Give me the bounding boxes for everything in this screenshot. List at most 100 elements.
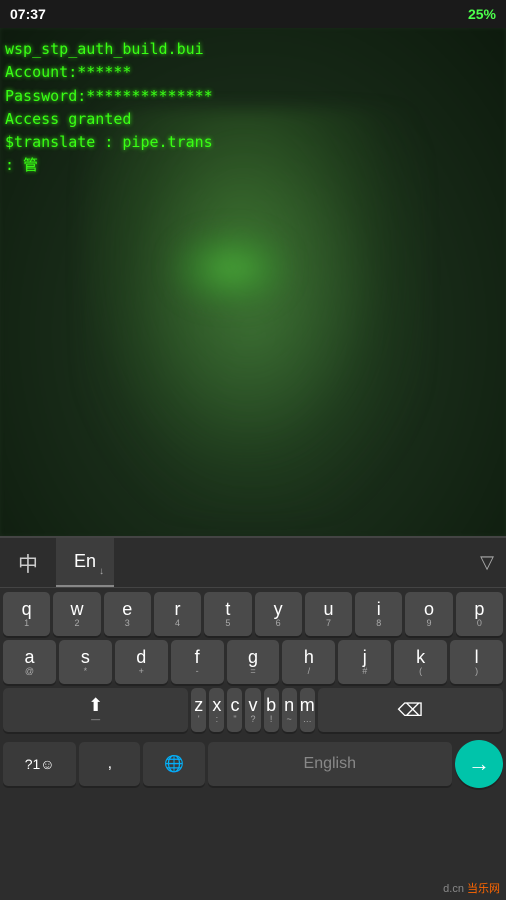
language-row: 中 En ↓ ▽ (0, 538, 506, 588)
key-p[interactable]: p0 (456, 592, 503, 636)
watermark: d.cn 当乐网 (443, 880, 500, 896)
shift-key[interactable]: ⬆ — (3, 688, 188, 732)
key-main-char: f (195, 648, 200, 666)
key-m[interactable]: m… (300, 688, 315, 732)
key-main-char: z (194, 696, 203, 714)
key-sub-char: 0 (477, 619, 482, 628)
key-y[interactable]: y6 (255, 592, 302, 636)
backspace-key[interactable]: ⌫ (318, 688, 503, 732)
collapse-icon: ▽ (480, 552, 494, 572)
english-lang-label: En (74, 551, 96, 572)
key-sub-char: + (139, 667, 144, 676)
key-sub-char: ) (475, 667, 478, 676)
key-sub-char: * (84, 667, 88, 676)
key-h[interactable]: h/ (282, 640, 335, 684)
key-l[interactable]: l) (450, 640, 503, 684)
key-main-char: h (304, 648, 314, 666)
key-main-char: r (175, 600, 181, 618)
key-t[interactable]: t5 (204, 592, 251, 636)
globe-key[interactable]: 🌐 (143, 742, 204, 786)
key-main-char: u (323, 600, 333, 618)
key-main-char: b (266, 696, 276, 714)
chinese-lang-button[interactable]: 中 (0, 538, 56, 587)
key-v[interactable]: v? (245, 688, 260, 732)
bottom-row: ?1☺ , 🌐 English → (0, 736, 506, 790)
key-sub-char: / (308, 667, 311, 676)
key-e[interactable]: e3 (104, 592, 151, 636)
key-row-3: ⬆ — z'x:c"v?b!n~m… ⌫ (3, 688, 503, 732)
key-main-char: e (122, 600, 132, 618)
key-main-char: d (136, 648, 146, 666)
watermark-brand: 当乐网 (467, 883, 500, 895)
sym-label: ?1☺ (25, 756, 55, 772)
sym-key[interactable]: ?1☺ (3, 742, 76, 786)
key-row-2: a@s*d+f-g=h/j#k(l) (3, 640, 503, 684)
key-main-char: t (225, 600, 230, 618)
status-battery: 25% (468, 6, 496, 22)
key-main-char: y (274, 600, 283, 618)
key-sub-char: … (303, 715, 312, 724)
shift-icon: ⬆ (88, 696, 103, 714)
key-b[interactable]: b! (264, 688, 279, 732)
key-k[interactable]: k( (394, 640, 447, 684)
key-sub-char: 4 (175, 619, 180, 628)
keyboard: 中 En ↓ ▽ q1w2e3r4t5y6u7i8o9p0 a@s*d+f-g=… (0, 538, 506, 900)
key-d[interactable]: d+ (115, 640, 168, 684)
english-lang-dot: ↓ (99, 566, 104, 577)
key-sub-char: ( (419, 667, 422, 676)
key-sub-char: - (196, 667, 199, 676)
key-sub-char: " (233, 715, 236, 724)
terminal-text: wsp_stp_auth_build.buiAccount:******Pass… (5, 38, 213, 178)
keyboard-collapse-button[interactable]: ▽ (480, 552, 494, 573)
enter-icon: → (468, 751, 490, 777)
key-g[interactable]: g= (227, 640, 280, 684)
comma-key[interactable]: , (79, 742, 140, 786)
chinese-lang-label: 中 (18, 548, 38, 577)
key-main-char: a (24, 648, 34, 666)
comma-label: , (108, 755, 112, 773)
watermark-prefix: d.cn (443, 883, 464, 895)
key-sub-char: 5 (225, 619, 230, 628)
key-s[interactable]: s* (59, 640, 112, 684)
key-row-1: q1w2e3r4t5y6u7i8o9p0 (3, 592, 503, 636)
terminal-area: wsp_stp_auth_build.buiAccount:******Pass… (0, 28, 506, 536)
key-sub-char: 8 (376, 619, 381, 628)
key-sub-char: 7 (326, 619, 331, 628)
key-c[interactable]: c" (227, 688, 242, 732)
enter-key[interactable]: → (455, 740, 503, 788)
key-sub-char: : (216, 715, 219, 724)
key-a[interactable]: a@ (3, 640, 56, 684)
space-key[interactable]: English (208, 742, 452, 786)
key-main-char: i (377, 600, 381, 618)
key-f[interactable]: f- (171, 640, 224, 684)
space-label: English (304, 755, 356, 773)
key-z[interactable]: z' (191, 688, 206, 732)
key-sub-char: 9 (427, 619, 432, 628)
key-x[interactable]: x: (209, 688, 224, 732)
key-sub-char: # (362, 667, 367, 676)
key-main-char: l (475, 648, 479, 666)
key-sub-char: = (250, 667, 255, 676)
key-i[interactable]: i8 (355, 592, 402, 636)
english-lang-button[interactable]: En ↓ (56, 538, 114, 587)
key-main-char: v (249, 696, 258, 714)
key-main-char: k (416, 648, 425, 666)
key-main-char: o (424, 600, 434, 618)
key-u[interactable]: u7 (305, 592, 352, 636)
key-n[interactable]: n~ (282, 688, 297, 732)
key-sub-char: ~ (287, 715, 292, 724)
key-o[interactable]: o9 (405, 592, 452, 636)
key-main-char: p (474, 600, 484, 618)
key-main-char: m (300, 696, 315, 714)
key-sub-char: ! (270, 715, 273, 724)
key-j[interactable]: j# (338, 640, 391, 684)
terminal-glow (170, 228, 290, 308)
key-sub-char: @ (25, 667, 34, 676)
key-q[interactable]: q1 (3, 592, 50, 636)
key-sub-char: 2 (74, 619, 79, 628)
key-r[interactable]: r4 (154, 592, 201, 636)
key-main-char: n (284, 696, 294, 714)
key-main-char: c (230, 696, 239, 714)
status-time: 07:37 (10, 6, 46, 22)
key-w[interactable]: w2 (53, 592, 100, 636)
